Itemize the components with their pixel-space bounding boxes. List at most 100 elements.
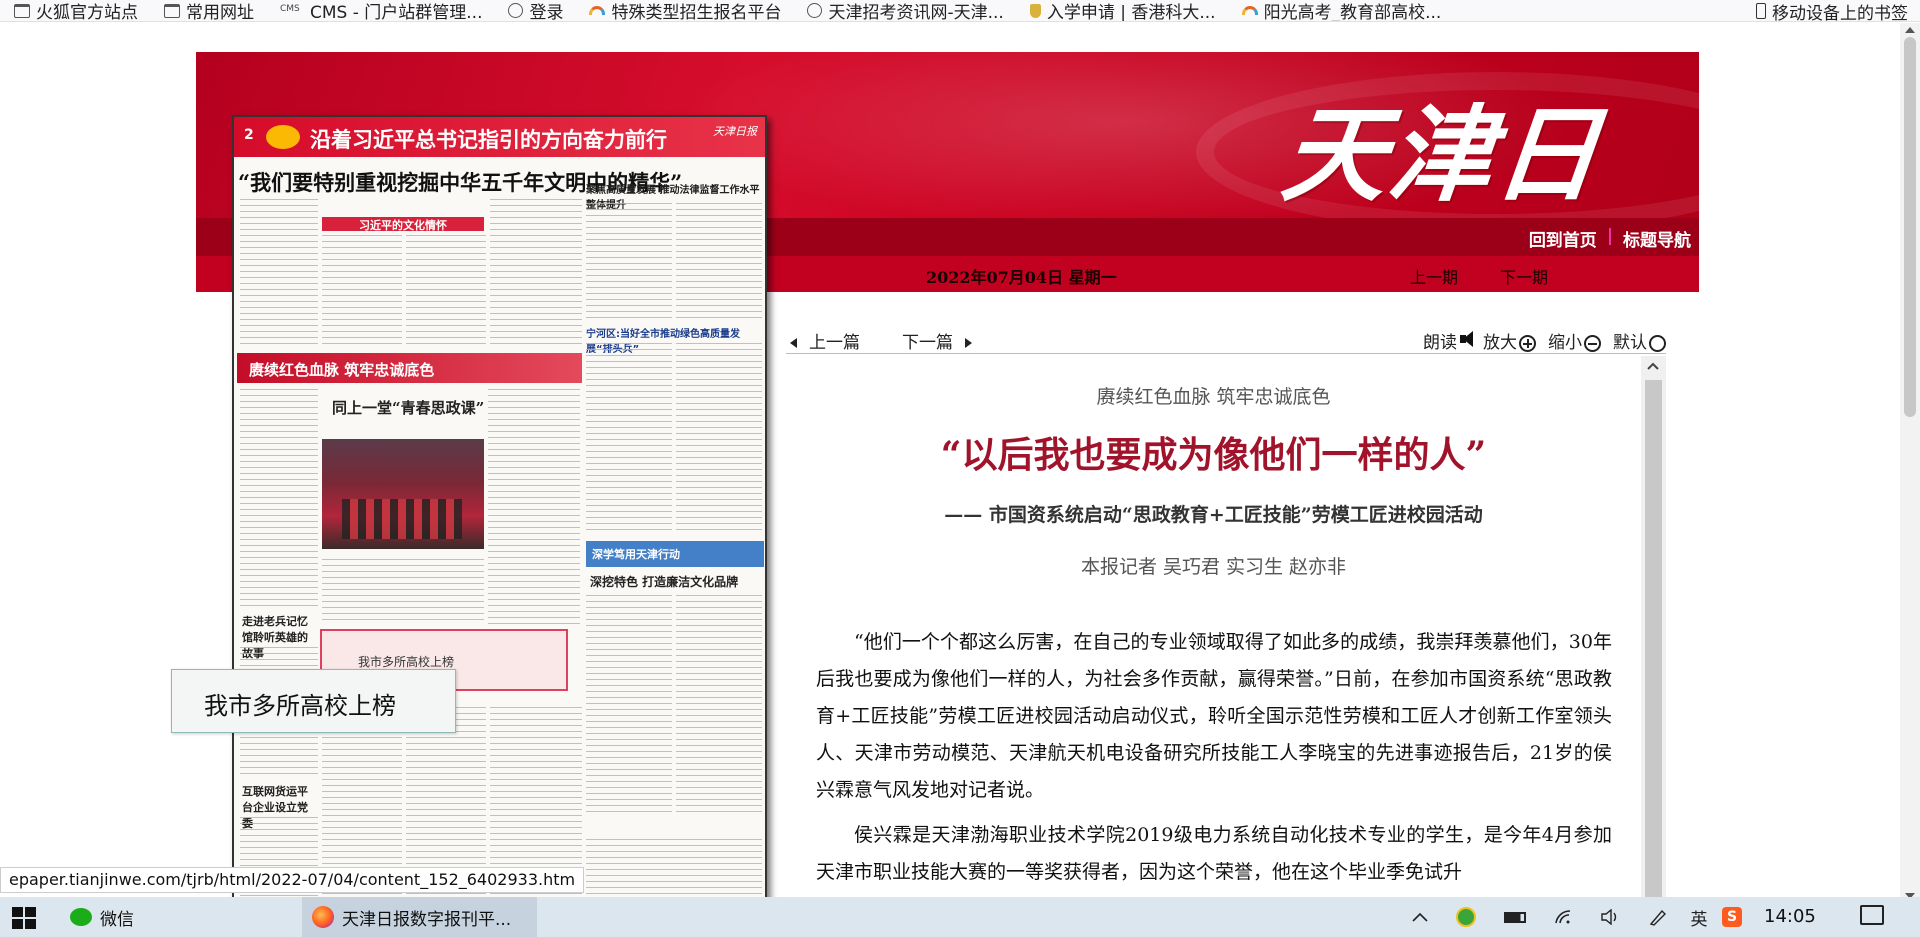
article-toolbar: 上一篇 下一篇 朗读 放大 缩小 默认 xyxy=(786,324,1666,354)
article-kicker: 赓续红色血脉 筑牢忠诚底色 xyxy=(1096,386,1331,408)
read-aloud-label: 朗读 xyxy=(1423,333,1457,353)
taskbar-wechat-label: 微信 xyxy=(100,909,134,930)
article-paragraph: “他们一个个都这么厉害，在自己的专业领域取得了如此多的成绩，我崇拜羡慕他们，30… xyxy=(816,631,1612,801)
globe-icon xyxy=(508,3,524,18)
wifi-icon[interactable] xyxy=(1552,905,1576,929)
prev-issue-link[interactable]: 上一期 xyxy=(1410,264,1458,288)
article-content: 赓续红色血脉 筑牢忠诚底色 “以后我也要成为像他们一样的人” —— 市国资系统启… xyxy=(786,356,1641,916)
zoom-out-label: 缩小 xyxy=(1548,333,1582,353)
text-column xyxy=(586,203,672,321)
bookmark-folder-firefox[interactable]: 火狐官方站点 xyxy=(0,0,150,21)
folder-icon xyxy=(14,3,30,18)
taskbar-clock[interactable]: 14:05 xyxy=(1764,906,1816,927)
green-app-icon[interactable] xyxy=(1454,905,1478,929)
default-size-button[interactable]: 默认 xyxy=(1613,328,1666,353)
page-scrollbar[interactable] xyxy=(1900,23,1920,903)
chevron-up-icon[interactable] xyxy=(1408,905,1432,929)
taskbar-firefox[interactable]: 天津日报数字报刊平... xyxy=(302,897,538,937)
news-headline-small[interactable]: 深挖特色 打造廉洁文化品牌 xyxy=(590,573,738,590)
bookmark-tianjin-exam[interactable]: 天津招考资讯网-天津... xyxy=(793,0,1015,21)
rainbow-icon xyxy=(1241,6,1258,15)
wechat-icon xyxy=(70,908,92,926)
nav-home-link[interactable]: 回到首页 xyxy=(1529,226,1597,251)
article-headline: “以后我也要成为像他们一样的人” xyxy=(940,434,1487,476)
zoom-out-button[interactable]: 缩小 xyxy=(1548,328,1611,353)
bookmark-mobile[interactable]: 移动设备上的书签 xyxy=(1756,0,1908,21)
bookmark-login[interactable]: 登录 xyxy=(494,0,575,21)
volume-icon[interactable] xyxy=(1598,905,1622,929)
windows-taskbar: 微信 天津日报数字报刊平... 英 S 14:05 xyxy=(0,897,1920,937)
notification-center-icon[interactable] xyxy=(1860,905,1884,925)
taskbar-firefox-label: 天津日报数字报刊平... xyxy=(342,909,512,930)
article-scrollbar[interactable] xyxy=(1641,356,1666,916)
article-paragraph: 侯兴霖是天津渤海职业技术学院2019级电力系统自动化技术专业的学生，是今年4月参… xyxy=(816,824,1612,883)
pen-icon[interactable] xyxy=(1646,905,1670,929)
bookmark-sunshine-gaokao[interactable]: 阳光高考_教育部高校... xyxy=(1228,0,1454,21)
feature-banner: 深学笃用天津行动 xyxy=(586,541,764,567)
prev-article-link[interactable]: 上一篇 xyxy=(790,328,860,353)
reading-tools: 朗读 放大 缩小 默认 xyxy=(1423,328,1666,353)
bookmarks-toolbar: 火狐官方站点 常用网址 CMS CMS - 门户站群管理... 登录 特殊类型招生… xyxy=(0,0,1920,22)
text-column xyxy=(586,595,672,815)
nav-title-index-link[interactable]: 标题导航 xyxy=(1623,226,1691,251)
feature-banner-title: 深学笃用天津行动 xyxy=(592,548,680,561)
party-emblem-icon xyxy=(266,125,300,149)
section-label: 习近平的文化情怀 xyxy=(322,217,484,232)
photo-audience xyxy=(342,499,462,539)
default-size-label: 默认 xyxy=(1613,333,1647,353)
newspaper-header: 2 沿着习近平总书记指引的方向奋力前行 天津日报 xyxy=(234,117,765,157)
text-column xyxy=(490,199,582,349)
prev-article-label: 上一篇 xyxy=(809,333,860,353)
text-column xyxy=(240,389,318,609)
article-byline: 本报记者 吴巧君 实习生 赵亦非 xyxy=(1080,556,1347,578)
text-column xyxy=(676,595,762,815)
cms-icon: CMS xyxy=(280,3,300,14)
zoom-in-label: 放大 xyxy=(1483,333,1517,353)
nav-separator: | xyxy=(1606,226,1613,246)
hover-tooltip: 我市多所高校上榜 xyxy=(171,669,456,733)
article-scrollbar-thumb[interactable] xyxy=(1645,380,1662,916)
rainbow-icon xyxy=(589,6,606,15)
article-body: “他们一个个都这么厉害，在自己的专业领域取得了如此多的成绩，我崇拜羡慕他们，30… xyxy=(816,624,1612,899)
next-issue-link[interactable]: 下一期 xyxy=(1500,264,1548,288)
article-subheadline: —— 市国资系统启动“思政教育+工匠技能”劳模工匠进校园活动 xyxy=(944,504,1483,526)
newspaper-page-number: 2 xyxy=(244,127,254,143)
bookmark-folder-common[interactable]: 常用网址 xyxy=(150,0,266,21)
page-scrollbar-thumb[interactable] xyxy=(1904,37,1916,417)
news-photo[interactable] xyxy=(322,439,484,549)
text-column xyxy=(240,199,318,349)
battery-icon[interactable] xyxy=(1502,905,1528,929)
text-column xyxy=(586,839,762,901)
page-content: 天津日報 回到首页 | 标题导航 2022年07月04日 星期一 上一期 下一期… xyxy=(0,23,1900,916)
text-column xyxy=(586,343,672,533)
circle-icon xyxy=(1649,335,1666,352)
text-column xyxy=(322,559,484,623)
plus-circle-icon xyxy=(1519,335,1536,352)
triangle-right-icon xyxy=(965,338,972,348)
text-column xyxy=(676,203,762,321)
chevron-up-icon[interactable] xyxy=(1647,362,1659,370)
read-aloud-button[interactable]: 朗读 xyxy=(1423,328,1481,353)
scroll-up-arrow-icon[interactable] xyxy=(1905,27,1915,33)
speaker-icon xyxy=(1459,330,1477,348)
bookmark-cms[interactable]: CMS CMS - 门户站群管理... xyxy=(266,0,494,21)
folder-icon xyxy=(164,3,180,18)
sogou-input-icon[interactable]: S xyxy=(1720,905,1744,929)
highlighted-article-title: 我市多所高校上榜 xyxy=(358,655,455,669)
taskbar-wechat[interactable]: 微信 xyxy=(70,897,134,937)
status-link-url: epaper.tianjinwe.com/tjrb/html/2022-07/0… xyxy=(0,867,585,893)
bookmark-hkust[interactable]: 入学申请 | 香港科大... xyxy=(1016,0,1228,21)
newspaper-page-image[interactable]: 2 沿着习近平总书记指引的方向奋力前行 天津日报 “我们要特别重视挖掘中华五千年… xyxy=(232,115,767,903)
phone-icon xyxy=(1756,3,1766,19)
bookmark-special-admission[interactable]: 特殊类型招生报名平台 xyxy=(575,0,793,21)
news-headline[interactable]: 同上一堂“青春思政课” xyxy=(332,397,484,418)
zoom-in-button[interactable]: 放大 xyxy=(1483,328,1546,353)
next-article-link[interactable]: 下一篇 xyxy=(902,328,972,353)
ime-language-indicator[interactable]: 英 xyxy=(1686,905,1712,930)
text-column xyxy=(322,235,402,349)
text-column xyxy=(406,235,486,349)
windows-start-icon[interactable] xyxy=(12,907,36,929)
globe-icon xyxy=(807,3,823,18)
next-article-label: 下一篇 xyxy=(902,333,953,353)
triangle-left-icon xyxy=(790,338,797,348)
